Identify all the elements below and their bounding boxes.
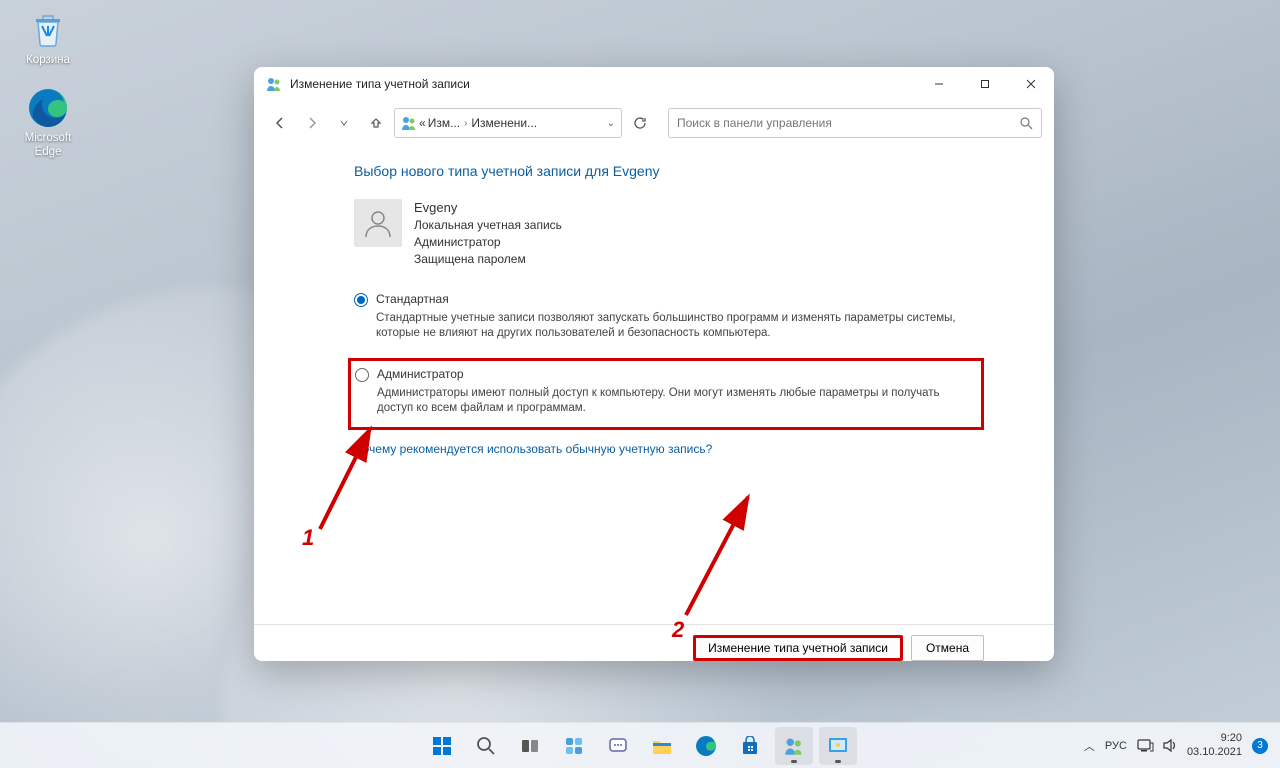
radio-administrator[interactable]: Администратор [355,367,973,382]
back-button[interactable] [266,109,294,137]
up-button[interactable] [362,109,390,137]
search-input[interactable] [677,116,1020,130]
user-info: Evgeny Локальная учетная запись Админист… [414,199,562,268]
control-panel-window: Изменение типа учетной записи « Изм... ›… [254,67,1054,661]
tray-chevron-icon[interactable]: ︿ [1084,738,1095,754]
date: 03.10.2021 [1187,746,1242,759]
content-area: Выбор нового типа учетной записи для Evg… [254,145,1054,606]
change-account-type-button[interactable]: Изменение типа учетной записи [693,635,903,661]
user-accounts-icon [266,76,282,92]
navbar: « Изм... › Изменени... ⌄ [254,101,1054,145]
system-tray[interactable] [1137,738,1177,753]
search-box[interactable] [668,108,1042,138]
recent-dropdown[interactable] [330,109,358,137]
user-name: Evgeny [414,199,562,217]
page-heading: Выбор нового типа учетной записи для Evg… [354,163,984,179]
annotation-number-1: 1 [302,525,314,551]
control-panel-taskbar-icon[interactable] [775,727,813,765]
why-standard-link[interactable]: Почему рекомендуется использовать обычну… [354,442,712,456]
search-icon [1020,117,1033,130]
refresh-button[interactable] [626,109,654,137]
minimize-button[interactable] [916,67,962,101]
app-taskbar-icon[interactable] [819,727,857,765]
address-bar[interactable]: « Изм... › Изменени... ⌄ [394,108,622,138]
user-role: Администратор [414,234,562,251]
breadcrumb-seg[interactable]: Изм... [428,116,460,130]
recycle-bin-label: Корзина [10,54,86,68]
desktop: Корзина Microsoft Edge Изменение типа уч… [0,0,1280,768]
taskbar[interactable]: ︿ РУС 9:20 03.10.2021 3 [0,722,1280,768]
notification-badge[interactable]: 3 [1252,738,1268,754]
radio-standard[interactable]: Стандартная [354,292,984,307]
account-type-options: Стандартная Стандартные учетные записи п… [354,292,984,456]
file-explorer-icon[interactable] [643,727,681,765]
start-button[interactable] [423,727,461,765]
user-block: Evgeny Локальная учетная запись Админист… [354,199,984,268]
radio-button-icon[interactable] [355,368,369,382]
edge-taskbar-icon[interactable] [687,727,725,765]
breadcrumb-prefix: « [419,116,426,130]
window-title: Изменение типа учетной записи [290,77,916,91]
clock[interactable]: 9:20 03.10.2021 [1187,732,1242,758]
footer: Изменение типа учетной записи Отмена [254,625,1054,661]
chat-icon[interactable] [599,727,637,765]
radio-standard-label: Стандартная [376,292,449,307]
close-button[interactable] [1008,67,1054,101]
titlebar[interactable]: Изменение типа учетной записи [254,67,1054,101]
radio-administrator-desc: Администраторы имеют полный доступ к ком… [377,386,973,417]
language-indicator[interactable]: РУС [1105,740,1127,752]
taskbar-right: ︿ РУС 9:20 03.10.2021 3 [1084,732,1280,758]
user-protected: Защищена паролем [414,251,562,268]
taskbar-center [423,727,857,765]
maximize-button[interactable] [962,67,1008,101]
task-view-icon[interactable] [511,727,549,765]
user-account-type: Локальная учетная запись [414,217,562,234]
widgets-icon[interactable] [555,727,593,765]
annotation-number-2: 2 [672,617,684,643]
radio-standard-desc: Стандартные учетные записи позволяют зап… [376,311,984,342]
avatar [354,199,402,247]
chevron-right-icon: › [462,118,469,129]
radio-administrator-label: Администратор [377,367,464,382]
forward-button[interactable] [298,109,326,137]
edge-label: Microsoft Edge [10,132,86,160]
user-accounts-icon [401,115,417,131]
time: 9:20 [1187,732,1242,745]
address-dropdown-icon[interactable]: ⌄ [607,118,615,129]
recycle-bin-icon[interactable]: Корзина [10,8,86,68]
search-taskbar-icon[interactable] [467,727,505,765]
edge-icon[interactable]: Microsoft Edge [10,86,86,160]
radio-button-icon[interactable] [354,293,368,307]
annotation-highlight-box-1: Администратор Администраторы имеют полны… [348,358,984,430]
store-icon[interactable] [731,727,769,765]
network-icon[interactable] [1137,738,1154,753]
desktop-icons: Корзина Microsoft Edge [10,8,86,177]
cancel-button[interactable]: Отмена [911,635,984,661]
breadcrumb-seg[interactable]: Изменени... [471,116,537,130]
volume-icon[interactable] [1162,738,1177,753]
